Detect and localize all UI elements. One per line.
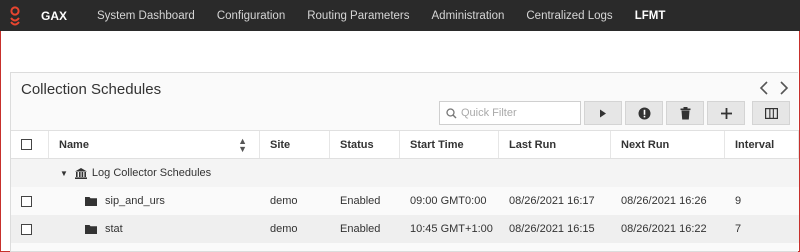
page-title: Collection Schedules <box>21 81 162 98</box>
site-cell: demo <box>270 223 298 235</box>
trash-icon <box>680 106 691 120</box>
nav-system-dashboard[interactable]: System Dashboard <box>86 0 206 31</box>
quick-filter-field[interactable] <box>439 101 581 125</box>
select-all-checkbox[interactable] <box>21 139 32 150</box>
column-header-name-label: Name <box>59 138 89 151</box>
previous-page-icon[interactable] <box>759 79 769 100</box>
table-row[interactable]: stat demo Enabled 10:45 GMT+1:00 08/26/2… <box>11 215 799 243</box>
column-chooser-button[interactable] <box>752 101 790 125</box>
last-run-cell: 08/26/2021 16:15 <box>509 223 595 235</box>
top-navigation-bar: GAX System Dashboard Configuration Routi… <box>0 0 800 31</box>
column-header-name[interactable]: Name ▲ ▼ <box>49 131 260 158</box>
row-checkbox-cell <box>11 215 49 243</box>
column-header-interval[interactable]: Interval <box>725 131 799 158</box>
add-button[interactable] <box>707 101 745 125</box>
start-time-cell: 10:45 GMT+1:00 <box>410 223 493 235</box>
delete-button[interactable] <box>666 101 704 125</box>
status-cell: Enabled <box>340 195 381 207</box>
folder-icon <box>85 196 97 206</box>
column-header-last-run[interactable]: Last Run <box>499 131 611 158</box>
site-cell: demo <box>270 195 298 207</box>
alert-button[interactable] <box>625 101 663 125</box>
next-run-cell: 08/26/2021 16:26 <box>621 195 707 207</box>
nav-lfmt[interactable]: LFMT <box>624 0 677 31</box>
institution-icon <box>74 167 87 179</box>
row-checkbox[interactable] <box>21 223 32 235</box>
name-cell: sip_and_urs <box>49 187 260 215</box>
status-cell: Enabled <box>340 223 381 235</box>
table-header-row: Name ▲ ▼ Site Status Start Time Last Run … <box>11 130 799 159</box>
column-header-start-time[interactable]: Start Time <box>400 131 499 158</box>
nav-centralized-logs[interactable]: Centralized Logs <box>515 0 623 31</box>
select-all-cell <box>11 131 49 158</box>
search-icon <box>446 107 457 119</box>
table-row[interactable]: sip_and_urs demo Enabled 09:00 GMT0:00 0… <box>11 187 799 215</box>
nav-administration[interactable]: Administration <box>421 0 516 31</box>
column-header-status[interactable]: Status <box>330 131 400 158</box>
column-header-site[interactable]: Site <box>260 131 330 158</box>
name-cell: stat <box>49 215 260 243</box>
expand-caret-icon[interactable]: ▼ <box>60 169 68 178</box>
brand-label[interactable]: GAX <box>41 9 67 23</box>
group-row[interactable]: ▼ Log Collector Schedules <box>11 159 799 187</box>
row-name[interactable]: sip_and_urs <box>105 195 165 207</box>
row-checkbox-cell <box>11 187 49 215</box>
last-run-cell: 08/26/2021 16:17 <box>509 195 595 207</box>
nav-configuration[interactable]: Configuration <box>206 0 296 31</box>
group-label: Log Collector Schedules <box>91 167 212 179</box>
genesys-logo-icon[interactable] <box>5 5 25 27</box>
interval-cell: 7 <box>735 223 742 235</box>
play-icon <box>599 109 607 118</box>
row-checkbox[interactable] <box>21 195 32 207</box>
next-run-cell: 08/26/2021 16:22 <box>621 223 707 235</box>
run-button[interactable] <box>584 101 622 125</box>
plus-icon <box>720 107 732 119</box>
next-page-icon[interactable] <box>779 79 789 100</box>
start-time-cell: 09:00 GMT0:00 <box>410 195 487 207</box>
column-header-next-run[interactable]: Next Run <box>611 131 725 158</box>
nav-routing-parameters[interactable]: Routing Parameters <box>296 0 420 31</box>
row-name[interactable]: stat <box>105 223 123 235</box>
quick-filter-input[interactable] <box>461 107 571 119</box>
alert-circle-icon <box>638 107 651 120</box>
columns-icon <box>764 107 778 119</box>
interval-cell: 9 <box>735 195 742 207</box>
folder-icon <box>85 224 97 234</box>
collection-schedules-panel: Collection Schedules Quick Filter Name ▲… <box>10 72 799 252</box>
sort-icon[interactable]: ▲ ▼ <box>238 136 247 153</box>
